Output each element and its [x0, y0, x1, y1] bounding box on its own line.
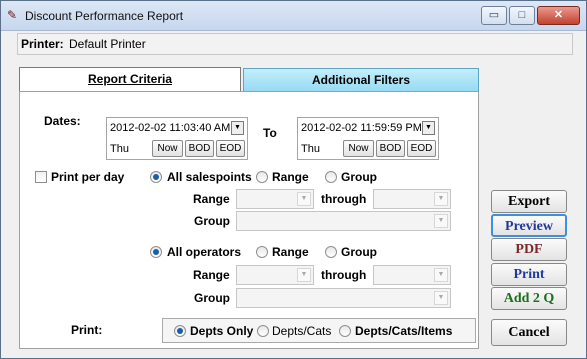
operators-group-option-label[interactable]: Group — [341, 245, 377, 259]
report-window: ✎ Discount Performance Report ▭ □ ✕ Prin… — [0, 0, 587, 359]
feather-icon: ✎ — [7, 8, 18, 22]
salespoints-group-option-label[interactable]: Group — [341, 170, 377, 184]
operators-range-label: Range — [193, 268, 230, 282]
print-per-day-checkbox[interactable] — [35, 171, 47, 183]
report-criteria-panel: Dates: 2012-02-02 11:03:40 AM ▼ Thu Now … — [19, 91, 479, 349]
title-bar[interactable]: ✎ Discount Performance Report ▭ □ ✕ — [1, 1, 586, 31]
from-date-picker[interactable]: 2012-02-02 11:03:40 AM ▼ Thu Now BOD EOD — [106, 117, 248, 160]
minimize-button[interactable]: ▭ — [481, 6, 507, 25]
window-title: Discount Performance Report — [25, 9, 184, 23]
salespoints-group-label: Group — [194, 214, 230, 228]
salespoints-range-radio[interactable] — [256, 171, 268, 183]
chevron-down-icon[interactable]: ▼ — [434, 268, 448, 282]
chevron-down-icon[interactable]: ▼ — [297, 268, 311, 282]
maximize-icon: □ — [518, 9, 526, 21]
depts-only-label[interactable]: Depts Only — [190, 324, 253, 338]
operators-range-from-select[interactable]: ▼ — [236, 265, 314, 285]
to-date-picker[interactable]: 2012-02-02 11:59:59 PM ▼ Thu Now BOD EOD — [297, 117, 439, 160]
printer-value[interactable]: Default Printer — [69, 37, 146, 51]
add-to-queue-button[interactable]: Add 2 Q — [491, 287, 567, 310]
all-salespoints-radio[interactable] — [150, 171, 162, 183]
salespoints-range-option-label[interactable]: Range — [272, 170, 309, 184]
minimize-icon: ▭ — [488, 9, 500, 21]
salespoints-group-select[interactable]: ▼ — [236, 211, 451, 231]
chevron-down-icon[interactable]: ▼ — [434, 291, 448, 305]
operators-range-radio[interactable] — [256, 246, 268, 258]
to-date-value[interactable]: 2012-02-02 11:59:59 PM — [301, 122, 421, 134]
from-date-day: Thu — [110, 143, 129, 155]
cancel-button[interactable]: Cancel — [491, 319, 567, 346]
print-per-day-label[interactable]: Print per day — [51, 170, 124, 184]
salespoints-through-label: through — [321, 192, 367, 206]
chevron-down-icon[interactable]: ▼ — [434, 214, 448, 228]
operators-through-label: through — [321, 268, 367, 282]
operators-group-select[interactable]: ▼ — [236, 288, 451, 308]
close-icon: ✕ — [553, 9, 564, 21]
depts-cats-label[interactable]: Depts/Cats — [272, 324, 331, 338]
all-operators-label[interactable]: All operators — [167, 245, 241, 259]
salespoints-group-radio[interactable] — [325, 171, 337, 183]
tab-additional-filters[interactable]: Additional Filters — [243, 68, 479, 92]
maximize-button[interactable]: □ — [509, 6, 535, 25]
preview-button[interactable]: Preview — [491, 214, 567, 237]
from-now-button[interactable]: Now — [152, 140, 183, 157]
from-eod-button[interactable]: EOD — [216, 140, 245, 157]
close-button[interactable]: ✕ — [537, 6, 580, 25]
from-date-value[interactable]: 2012-02-02 11:03:40 AM — [110, 122, 230, 134]
from-bod-button[interactable]: BOD — [185, 140, 214, 157]
printer-row[interactable]: Printer: Default Printer — [17, 33, 573, 55]
chevron-down-icon[interactable]: ▼ — [422, 121, 435, 135]
to-now-button[interactable]: Now — [343, 140, 374, 157]
depts-cats-items-radio[interactable] — [339, 325, 351, 337]
depts-only-radio[interactable] — [174, 325, 186, 337]
print-options-group: Depts Only Depts/Cats Depts/Cats/Items — [162, 318, 476, 343]
operators-range-to-select[interactable]: ▼ — [373, 265, 451, 285]
all-salespoints-label[interactable]: All salespoints — [167, 170, 252, 184]
printer-label: Printer: — [21, 37, 64, 51]
chevron-down-icon[interactable]: ▼ — [231, 121, 244, 135]
depts-cats-items-label[interactable]: Depts/Cats/Items — [355, 324, 452, 338]
pdf-button[interactable]: PDF — [491, 238, 567, 261]
to-eod-button[interactable]: EOD — [407, 140, 436, 157]
to-label: To — [263, 126, 277, 140]
to-bod-button[interactable]: BOD — [376, 140, 405, 157]
salespoints-range-to-select[interactable]: ▼ — [373, 189, 451, 209]
print-button[interactable]: Print — [491, 263, 567, 286]
tab-report-criteria[interactable]: Report Criteria — [19, 67, 241, 91]
export-button[interactable]: Export — [491, 190, 567, 213]
chevron-down-icon[interactable]: ▼ — [297, 192, 311, 206]
depts-cats-radio[interactable] — [257, 325, 269, 337]
print-label: Print: — [71, 323, 103, 337]
salespoints-range-label: Range — [193, 192, 230, 206]
all-operators-radio[interactable] — [150, 246, 162, 258]
operators-range-option-label[interactable]: Range — [272, 245, 309, 259]
dates-label: Dates: — [44, 114, 81, 128]
to-date-day: Thu — [301, 143, 320, 155]
salespoints-range-from-select[interactable]: ▼ — [236, 189, 314, 209]
operators-group-radio[interactable] — [325, 246, 337, 258]
chevron-down-icon[interactable]: ▼ — [434, 192, 448, 206]
operators-group-label: Group — [194, 291, 230, 305]
